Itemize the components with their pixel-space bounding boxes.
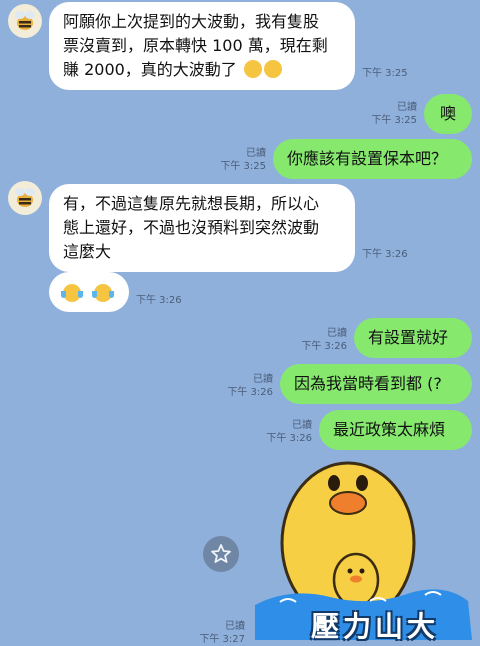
star-icon <box>211 544 231 563</box>
read-receipt: 已讀 <box>225 621 245 632</box>
message-time: 下午 3:26 <box>362 249 408 260</box>
outgoing-message-bubble[interactable]: 噢 <box>424 94 472 134</box>
outgoing-message-bubble[interactable]: 你應該有設置保本吧？ <box>273 139 472 179</box>
message-meta: 已讀 下午 3:26 <box>290 327 347 353</box>
read-receipt: 已讀 <box>397 102 417 113</box>
rofl-emoji <box>243 60 262 78</box>
outgoing-message-bubble[interactable]: 有設置就好 <box>354 318 472 358</box>
message-meta: 已讀 下午 3:26 <box>255 419 312 445</box>
outgoing-message-bubble[interactable]: 最近政策太麻煩 <box>319 410 472 450</box>
incoming-emoji-bubble[interactable] <box>49 272 129 312</box>
message-meta: 已讀 下午 3:25 <box>360 101 417 127</box>
incoming-message-bubble[interactable]: 阿願你上次提到的大波動，我有隻股 票沒賣到，原本轉快 100 萬，現在剩 賺 2… <box>49 2 355 90</box>
incoming-message-bubble[interactable]: 有，不過這隻原先就想長期，所以心 態上還好，不過也沒預料到突然波動 這麼大 <box>49 184 355 272</box>
message-line: 賺 2000，真的大波動了 <box>63 58 341 82</box>
message-line: 態上還好，不過也沒預料到突然波動 <box>63 218 320 237</box>
message-time: 下午 3:26 <box>301 341 347 352</box>
read-receipt: 已讀 <box>327 328 347 339</box>
sender-avatar[interactable] <box>8 4 42 38</box>
message-time: 下午 3:26 <box>227 387 273 398</box>
read-receipt: 已讀 <box>292 420 312 431</box>
tears-of-joy-emoji <box>61 284 83 302</box>
message-line: 阿願你上次提到的大波動，我有隻股 <box>63 12 320 31</box>
rofl-emoji <box>263 60 282 78</box>
bee-avatar-icon <box>15 11 35 30</box>
message-line: 這麼大 <box>63 242 112 261</box>
bee-avatar-icon <box>15 188 35 207</box>
duck-sticker[interactable]: 壓力山大 <box>250 455 480 643</box>
sticker-caption: 壓力山大 <box>310 610 439 643</box>
message-time: 下午 3:25 <box>220 161 266 172</box>
sender-avatar[interactable] <box>8 181 42 215</box>
message-time: 下午 3:26 <box>136 295 182 306</box>
outgoing-message-bubble[interactable]: 因為我當時看到都 (? <box>280 364 472 404</box>
message-line: 有，不過這隻原先就想長期，所以心 <box>63 194 320 213</box>
message-time: 下午 3:25 <box>362 68 408 79</box>
message-meta: 已讀 下午 3:25 <box>209 147 266 173</box>
message-line: 票沒賣到，原本轉快 100 萬，現在剩 <box>63 36 328 55</box>
message-time: 下午 3:26 <box>266 433 312 444</box>
message-time: 下午 3:25 <box>371 115 417 126</box>
read-receipt: 已讀 <box>246 148 266 159</box>
favorite-sticker-button[interactable] <box>203 536 239 572</box>
read-receipt: 已讀 <box>253 374 273 385</box>
message-meta: 已讀 下午 3:26 <box>216 373 273 399</box>
tears-of-joy-emoji <box>92 284 115 302</box>
message-meta: 已讀 下午 3:27 <box>190 620 245 646</box>
